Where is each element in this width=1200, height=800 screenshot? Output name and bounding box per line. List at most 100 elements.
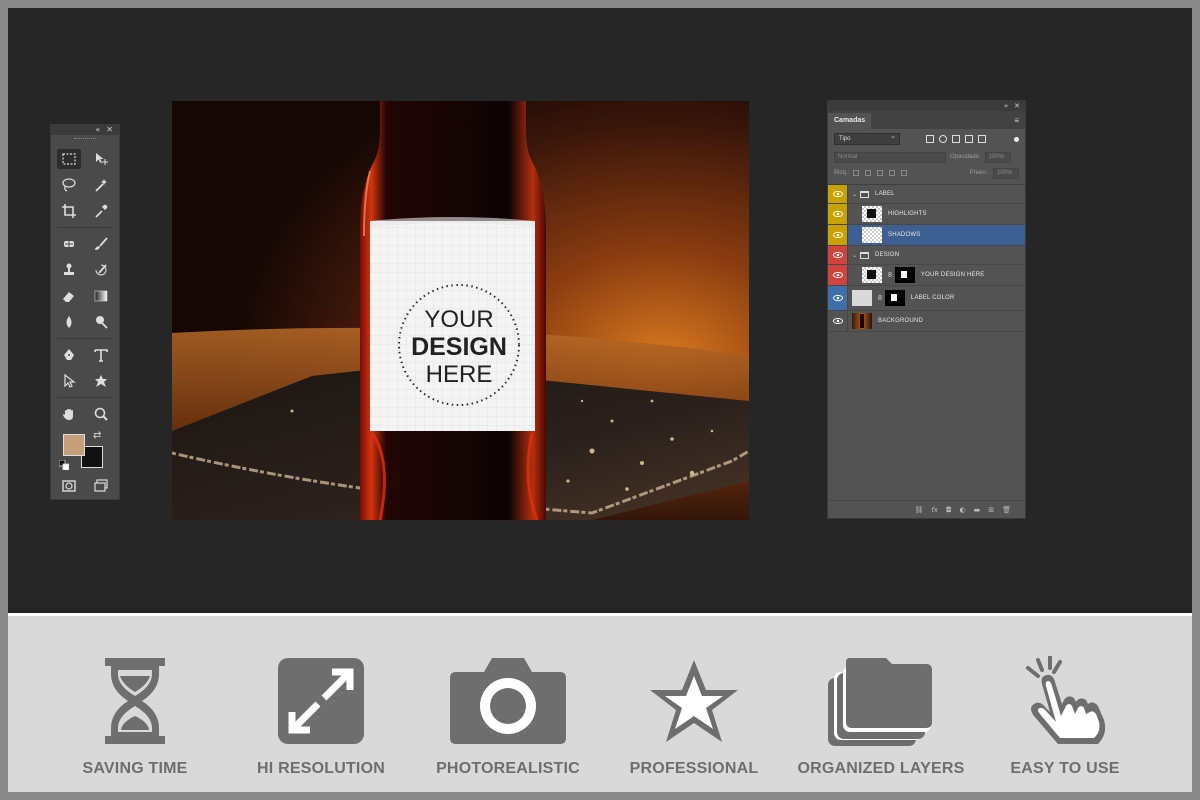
folder-icon [860,251,870,259]
feature-label: EASY TO USE [1010,760,1120,777]
layer-name: SHADOWS [888,232,921,238]
layer-name: DESIGN [875,252,900,258]
fill-input[interactable]: 100% [993,167,1019,179]
feature-label: PROFESSIONAL [629,760,759,777]
link-icon[interactable]: 8 [878,295,882,302]
layer-row[interactable]: ⌄ LABEL [828,185,1025,204]
tab-layers[interactable]: Camadas [828,113,872,129]
close-icon[interactable]: ✕ [1014,102,1020,110]
brush-tool-icon[interactable] [89,234,113,254]
fill-layer-thumbnail [852,290,872,306]
layer-row-selected[interactable]: SHADOWS [828,225,1025,246]
filter-icons [926,135,986,143]
eye-icon[interactable] [828,265,848,285]
opacity-input[interactable]: 100% [984,151,1011,163]
label-text-line3: HERE [426,361,493,388]
chevron-down-icon[interactable]: ⌄ [852,191,857,198]
lasso-tool-icon[interactable] [57,175,81,195]
filter-pixel-icon[interactable] [926,135,934,143]
toolbox-panel: « ✕ ⇄ [50,124,120,500]
crop-tool-icon[interactable] [57,201,81,221]
double-chevron-icon[interactable]: « [95,126,100,134]
eye-icon[interactable] [828,311,848,331]
feature-strip: SAVING TIME HI RESOLUTION PHOTOREALISTIC… [8,613,1192,792]
filter-type-icon[interactable] [952,135,960,143]
layer-thumbnail [862,206,882,222]
foreground-color-swatch[interactable] [63,434,85,456]
feature-label: ORGANIZED LAYERS [797,760,965,777]
link-layers-icon[interactable]: ⛓ [914,506,923,514]
layer-thumbnail [862,227,882,243]
eye-icon[interactable] [828,286,848,310]
mask-thumbnail [894,267,915,283]
magic-wand-icon[interactable] [89,175,113,195]
lock-transparency-icon[interactable] [853,170,860,176]
dodge-tool-icon[interactable] [89,312,113,332]
panel-menu-icon[interactable]: ≡ [1014,113,1019,129]
zoom-tool-icon[interactable] [89,404,113,424]
blur-tool-icon[interactable] [57,312,81,332]
lock-all-icon[interactable] [901,170,908,176]
layer-row[interactable]: HIGHLIGHTS [828,204,1025,225]
default-colors-icon[interactable] [59,460,69,470]
shape-tool-icon[interactable] [89,371,113,391]
layer-row[interactable]: 8 LABEL COLOR [828,286,1025,311]
lock-artboard-icon[interactable] [889,170,896,176]
stamp-tool-icon[interactable] [57,260,81,280]
label-text-line2: DESIGN [411,333,507,361]
feature-saving-time: SAVING TIME [50,616,220,795]
chevron-down-icon[interactable]: ⌄ [852,252,857,259]
screen-mode-icon[interactable] [89,476,113,496]
document-canvas[interactable]: YOUR DESIGN HERE [172,101,749,520]
lock-icons [853,170,908,176]
hand-click-icon [1026,656,1106,744]
marquee-tool-icon[interactable] [57,149,81,169]
toolbox-grip[interactable] [51,135,119,143]
fx-icon[interactable]: fx [931,506,938,514]
feature-organized-layers: ORGANIZED LAYERS [796,616,966,795]
add-mask-icon[interactable]: ◘ [946,506,952,514]
hand-tool-icon[interactable] [57,404,81,424]
history-brush-icon[interactable] [89,260,113,280]
type-tool-icon[interactable] [89,345,113,365]
filter-shape-icon[interactable] [965,135,973,143]
lock-label: Bloq.: [834,170,850,176]
path-selection-icon[interactable] [57,371,81,391]
layer-row[interactable]: ⌄ DESIGN [828,246,1025,265]
delete-layer-icon[interactable]: 🗑 [1002,506,1011,514]
new-group-icon[interactable]: ▬ [974,506,981,514]
feature-label: HI RESOLUTION [257,760,385,777]
healing-brush-icon[interactable] [57,234,81,254]
filter-toggle[interactable] [1014,136,1019,142]
close-icon[interactable]: ✕ [106,126,113,134]
eye-icon[interactable] [828,204,848,224]
feature-label: PHOTOREALISTIC [436,760,580,777]
eye-icon[interactable] [828,225,848,245]
lock-pixels-icon[interactable] [865,170,872,176]
eye-icon[interactable] [828,246,848,264]
eyedropper-icon[interactable] [89,201,113,221]
gradient-tool-icon[interactable] [89,286,113,306]
layer-row[interactable]: BACKGROUND [828,311,1025,332]
background-thumbnail [852,313,872,329]
lock-position-icon[interactable] [877,170,884,176]
layer-row[interactable]: 8 YOUR DESIGN HERE [828,265,1025,286]
pen-tool-icon[interactable] [57,345,81,365]
move-tool-icon[interactable] [89,149,113,169]
layer-filter-select[interactable]: Tipo [834,132,900,145]
smart-object-thumbnail [862,267,882,283]
label-text-line1: YOUR [424,306,493,333]
swap-colors-icon[interactable]: ⇄ [93,430,101,441]
filter-adjustment-icon[interactable] [939,135,947,143]
collapse-icon[interactable]: » [1004,102,1008,110]
color-swatches: ⇄ [57,430,113,474]
eraser-tool-icon[interactable] [57,286,81,306]
filter-smart-object-icon[interactable] [978,135,986,143]
new-layer-icon[interactable]: ⊞ [988,506,994,514]
eye-icon[interactable] [828,185,848,203]
link-icon[interactable]: 8 [888,272,892,279]
quick-mask-icon[interactable] [57,476,81,496]
camera-icon [450,658,566,744]
blend-mode-select[interactable]: Normal [834,151,946,163]
adjustment-layer-icon[interactable]: ◐ [960,506,966,514]
